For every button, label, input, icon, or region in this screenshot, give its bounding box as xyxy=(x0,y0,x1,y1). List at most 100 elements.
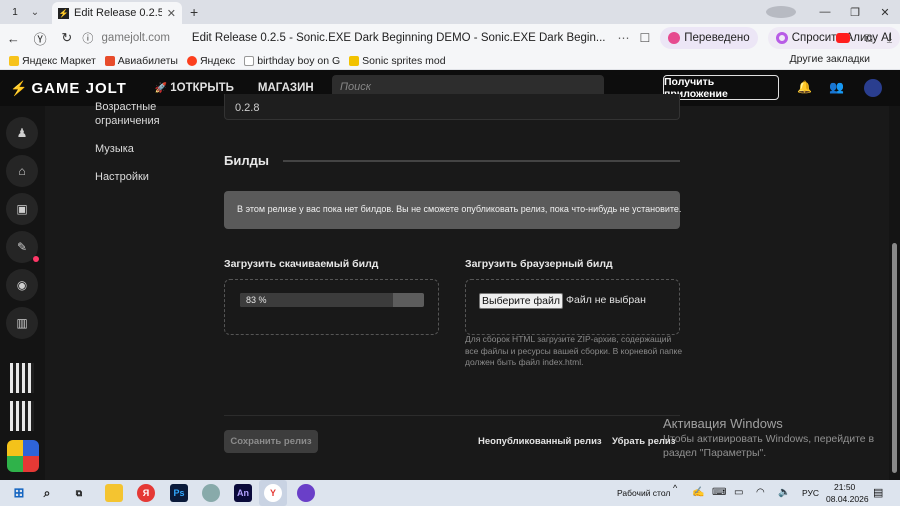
yandex-icon[interactable]: Ⓨ xyxy=(27,29,54,48)
upload-browser-heading: Загрузить браузерный билд xyxy=(465,258,613,270)
left-rail: ♟ ⌂ ▣ ✎ ◉ ▥ xyxy=(0,106,45,480)
restore-icon[interactable]: ❐ xyxy=(840,6,870,19)
yandex-icon[interactable]: Y xyxy=(264,484,282,502)
url-domain[interactable]: gamejolt.com xyxy=(102,32,170,44)
browser-tab[interactable]: ⚡ Edit Release 0.2.5 - Sonic ✕ xyxy=(52,2,182,24)
collections-icon[interactable]: ⧉ xyxy=(864,31,873,46)
profile-icon[interactable] xyxy=(766,6,796,18)
language-indicator[interactable]: РУС xyxy=(802,488,819,498)
no-builds-notice: В этом релизе у вас пока нет билдов. Вы … xyxy=(224,191,681,229)
windows-start-icon[interactable]: ⊞ xyxy=(10,484,28,502)
desktop-label[interactable]: Рабочий стол xyxy=(617,488,670,498)
windows-activation-text: Чтобы активировать Windows, перейдите в … xyxy=(663,433,875,459)
nav-discover[interactable]: 🚀 1ОТКРЫТЬ xyxy=(155,82,234,94)
divider xyxy=(224,415,680,416)
app-icon[interactable] xyxy=(202,484,220,502)
app-icon[interactable] xyxy=(297,484,315,502)
address-bar: ← Ⓨ ↻ ⓘ gamejolt.com Edit Release 0.2.5 … xyxy=(0,24,900,52)
upload-download-heading: Загрузить скачиваемый билд xyxy=(224,258,379,270)
chevron-down-icon[interactable]: ⌄ xyxy=(26,7,44,18)
windows-activation-title: Активация Windows xyxy=(663,416,783,431)
library-icon[interactable]: ▥ xyxy=(6,307,38,339)
reload-icon[interactable]: ↻ xyxy=(54,30,81,46)
choose-file-button[interactable]: Выберите файл xyxy=(479,293,563,309)
translate-button[interactable]: Переведено xyxy=(660,27,758,49)
yandex-icon xyxy=(186,55,197,66)
translate-label: Переведено xyxy=(684,32,750,44)
browser-actions: ⧉ ⤓ xyxy=(836,24,892,52)
side-menu-item-age[interactable]: Возрастные ограничения xyxy=(95,100,165,128)
tab-title: Edit Release 0.2.5 - Sonic xyxy=(74,7,162,19)
gamejolt-logo[interactable]: ⚡ GAME JOLT xyxy=(10,80,127,97)
keyboard-icon[interactable]: ⌨ xyxy=(712,487,726,498)
chevron-up-icon[interactable]: ^ xyxy=(673,483,677,493)
notification-badge xyxy=(33,256,39,262)
bookmark-item[interactable]: Яндекс xyxy=(186,55,235,67)
upload-progress-bar: 83 % xyxy=(240,293,424,307)
new-tab-icon[interactable]: + xyxy=(190,4,198,20)
get-app-button[interactable]: Получить приложение xyxy=(663,75,779,100)
other-bookmarks[interactable]: Другие закладки xyxy=(790,53,870,65)
battery-icon[interactable]: ▭ xyxy=(734,487,743,498)
game-thumb-icon[interactable] xyxy=(10,363,34,393)
bookmark-icon[interactable]: ☐ xyxy=(639,31,650,45)
side-menu-item-music[interactable]: Музыка xyxy=(95,142,165,156)
download-icon[interactable]: ⤓ xyxy=(887,31,892,46)
bookmark-item[interactable]: birthday boy on G xyxy=(244,55,340,67)
close-window-icon[interactable]: ✕ xyxy=(870,6,900,19)
bookmarks-bar: Яндекс Маркет Авиабилеты Яндекс birthday… xyxy=(0,52,900,70)
game-thumb-icon[interactable] xyxy=(7,440,39,472)
upload-progress-label: 83 % xyxy=(246,295,267,305)
scrollbar-thumb[interactable] xyxy=(892,243,897,473)
youtube-icon[interactable] xyxy=(836,33,851,43)
clock-date[interactable]: 08.04.2026 xyxy=(826,494,869,504)
clock-time[interactable]: 21:50 xyxy=(834,482,855,492)
unpublished-status[interactable]: Неопубликованный релиз xyxy=(478,436,602,447)
plane-icon xyxy=(104,55,115,66)
wifi-icon[interactable]: ◠ xyxy=(756,487,765,498)
tab-counter[interactable]: 1 xyxy=(4,4,26,20)
market-icon xyxy=(9,55,19,66)
minimize-icon[interactable]: — xyxy=(810,6,840,18)
animate-icon[interactable]: An xyxy=(234,484,252,502)
volume-icon[interactable]: 🔈 xyxy=(778,487,790,498)
sonic-icon xyxy=(349,55,360,66)
notifications-icon[interactable]: ▤ xyxy=(873,486,883,499)
nav-store[interactable]: МАГАЗИН xyxy=(258,82,314,94)
activity-icon[interactable]: ♟ xyxy=(6,117,38,149)
task-view-icon[interactable]: ⧉ xyxy=(70,484,88,502)
divider xyxy=(283,160,680,162)
bookmark-item[interactable]: Sonic sprites mod xyxy=(349,55,446,67)
gamejolt-favicon-icon: ⚡ xyxy=(58,7,69,19)
more-icon[interactable]: ⋯ xyxy=(617,31,629,45)
scrollbar[interactable] xyxy=(889,106,900,480)
site-info-icon[interactable]: ⓘ xyxy=(80,30,95,46)
search-icon[interactable]: ⌕ xyxy=(38,484,56,502)
photoshop-icon[interactable]: Ps xyxy=(170,484,188,502)
rocket-icon: 🚀 xyxy=(154,82,168,94)
bookmark-item[interactable]: Яндекс Маркет xyxy=(9,55,96,67)
back-icon[interactable]: ← xyxy=(0,31,27,46)
yandex-browser-icon[interactable]: Я xyxy=(137,484,155,502)
file-explorer-icon[interactable] xyxy=(105,484,123,502)
window-controls: — ❐ ✕ xyxy=(766,0,900,24)
browser-tab-bar: 1 ⌄ ⚡ Edit Release 0.2.5 - Sonic ✕ + — ❐… xyxy=(0,0,900,24)
bookmark-item[interactable]: Авиабилеты xyxy=(104,55,178,67)
store-icon[interactable]: ⌂ xyxy=(6,155,38,187)
save-release-button[interactable]: Сохранить релиз xyxy=(224,430,318,453)
chat-icon[interactable]: ◉ xyxy=(6,269,38,301)
friends-icon[interactable]: 👥 xyxy=(829,80,844,94)
url-page-title[interactable]: Edit Release 0.2.5 - Sonic.EXE Dark Begi… xyxy=(192,32,606,44)
release-side-menu: Возрастные ограничения Музыка Настройки xyxy=(95,100,165,198)
backpack-icon[interactable]: ▣ xyxy=(6,193,38,225)
download-build-dropzone[interactable] xyxy=(224,279,439,335)
no-file-label: Файл не выбран xyxy=(566,294,646,306)
bell-icon[interactable]: 🔔 xyxy=(797,80,812,94)
pen-icon[interactable]: ✍ xyxy=(692,487,704,498)
avatar[interactable] xyxy=(864,79,882,97)
version-field[interactable]: 0.2.8 xyxy=(224,94,680,120)
side-menu-item-settings[interactable]: Настройки xyxy=(95,170,165,184)
close-icon[interactable]: ✕ xyxy=(167,7,176,20)
game-thumb-icon[interactable] xyxy=(10,401,34,431)
bolt-icon: ⚡ xyxy=(10,79,29,96)
